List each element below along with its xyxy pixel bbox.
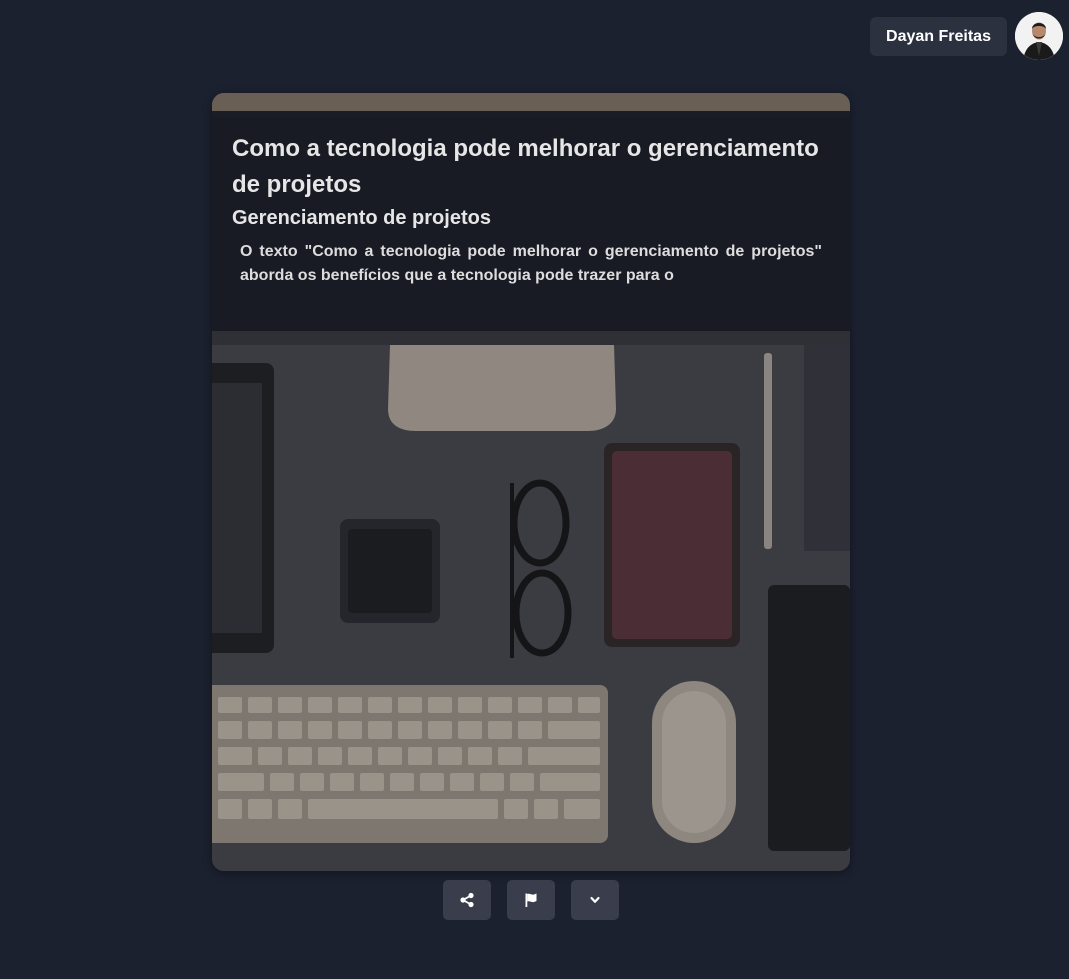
avatar-image: [1015, 12, 1063, 60]
user-name-button[interactable]: Dayan Freitas: [870, 17, 1007, 56]
expand-button[interactable]: [571, 880, 619, 920]
share-icon: [460, 892, 474, 908]
post-title[interactable]: Como a tecnologia pode melhorar o gerenc…: [232, 131, 832, 203]
post-actions: [443, 880, 619, 920]
card-header: Como a tecnologia pode melhorar o gerenc…: [212, 111, 850, 331]
share-button[interactable]: [443, 880, 491, 920]
flag-icon: [525, 893, 537, 907]
post-excerpt: O texto "Como a tecnologia pode melhorar…: [240, 243, 822, 284]
avatar[interactable]: [1015, 12, 1063, 60]
report-button[interactable]: [507, 880, 555, 920]
chevron-down-icon: [590, 896, 600, 903]
post-category: Gerenciamento de projetos: [232, 207, 491, 229]
user-name: Dayan Freitas: [886, 28, 991, 45]
post-card[interactable]: Como a tecnologia pode melhorar o gerenc…: [212, 93, 850, 871]
